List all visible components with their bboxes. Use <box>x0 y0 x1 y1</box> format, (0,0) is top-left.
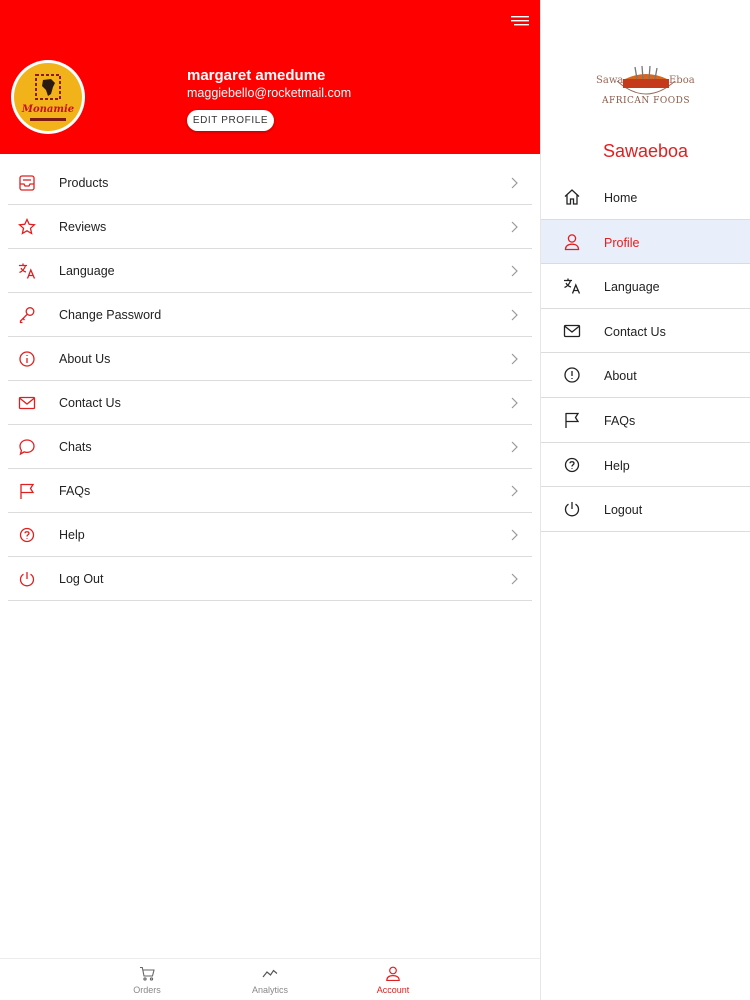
chevron-right-icon <box>511 309 518 321</box>
chevron-right-icon <box>511 485 518 497</box>
menu-item-label: Change Password <box>59 308 162 322</box>
cart-icon <box>140 966 155 981</box>
menu-item-label: FAQs <box>59 484 91 498</box>
profile-name: margaret amedume <box>187 67 326 84</box>
chevron-right-icon <box>511 441 518 453</box>
africa-map-icon <box>35 74 61 100</box>
drawer-item-label: Help <box>604 458 630 473</box>
hamburger-menu-icon[interactable] <box>510 13 530 29</box>
drawer-item-label: FAQs <box>604 413 636 428</box>
chevron-right-icon <box>511 353 518 365</box>
chevron-right-icon <box>511 221 518 233</box>
tab-analytics[interactable]: Analytics <box>210 959 330 1000</box>
tab-label: Orders <box>133 985 161 995</box>
menu-item-log-out[interactable]: Log Out <box>8 557 532 601</box>
profile-email: maggiebello@rocketmail.com <box>187 86 352 100</box>
drawer-item-logout[interactable]: Logout <box>541 487 750 532</box>
menu-item-reviews[interactable]: Reviews <box>8 205 532 249</box>
drawer-item-help[interactable]: Help <box>541 443 750 488</box>
chat-icon <box>19 439 35 456</box>
menu-item-label: About Us <box>59 352 111 366</box>
help-icon <box>564 457 580 472</box>
person-icon <box>386 966 400 981</box>
drawer-item-label: Language <box>604 280 660 295</box>
menu-item-change-password[interactable]: Change Password <box>8 293 532 337</box>
avatar-logo: Monamie <box>14 63 82 131</box>
tab-account[interactable]: Account <box>333 959 453 1000</box>
drawer-item-home[interactable]: Home <box>541 175 750 220</box>
drawer-item-label: Contact Us <box>604 324 666 339</box>
menu-item-label: Language <box>59 264 115 278</box>
drawer-item-label: Home <box>604 191 638 205</box>
mail-icon <box>563 324 581 337</box>
menu-item-help[interactable]: Help <box>8 513 532 557</box>
menu-item-label: Reviews <box>59 220 107 234</box>
bottom-tab-bar: Orders Analytics Account <box>0 958 540 1000</box>
mail-icon <box>18 396 36 410</box>
power-icon <box>19 572 35 587</box>
menu-item-contact-us[interactable]: Contact Us <box>8 381 532 425</box>
logo-text-bottom: AFRICAN FOODS <box>601 96 690 106</box>
key-icon <box>19 307 35 324</box>
menu-item-label: Chats <box>59 440 92 454</box>
side-drawer: Sawa Eboa AFRICAN FOODS Sawaeboa Home Pr… <box>540 0 750 1000</box>
person-icon <box>564 233 580 250</box>
star-icon <box>18 218 36 235</box>
translate-icon <box>19 263 36 279</box>
logo-text-left: Sawa <box>596 75 623 86</box>
avatar-logo-bar <box>30 118 66 121</box>
drawer-item-profile[interactable]: Profile <box>541 219 750 265</box>
chevron-right-icon <box>511 177 518 189</box>
logo-text-right: Eboa <box>669 75 695 86</box>
drawer-item-about[interactable]: About <box>541 353 750 398</box>
drawer-item-label: Profile <box>604 235 640 250</box>
avatar-logo-text: Monamie <box>21 104 75 115</box>
chevron-right-icon <box>511 529 518 541</box>
info-icon <box>564 367 580 384</box>
drawer-item-label: Logout <box>604 503 643 518</box>
help-icon <box>19 527 35 543</box>
menu-item-label: Products <box>59 176 109 190</box>
drawer-menu-list: Home Profile Language Contact Us About F… <box>541 175 750 532</box>
tab-orders[interactable]: Orders <box>87 959 207 1000</box>
menu-item-language[interactable]: Language <box>8 249 532 293</box>
chevron-right-icon <box>511 573 518 585</box>
sawaeboa-logo: Sawa Eboa AFRICAN FOODS <box>596 65 695 106</box>
menu-item-label: Contact Us <box>59 396 121 410</box>
menu-item-faqs[interactable]: FAQs <box>8 469 532 513</box>
flag-icon <box>565 412 580 428</box>
drawer-item-label: About <box>604 369 637 384</box>
menu-item-label: Log Out <box>59 572 104 586</box>
drawer-item-language[interactable]: Language <box>541 264 750 309</box>
drawer-item-faqs[interactable]: FAQs <box>541 398 750 443</box>
menu-item-chats[interactable]: Chats <box>8 425 532 469</box>
home-icon <box>564 189 580 205</box>
profile-header: Monamie margaret amedume maggiebello@roc… <box>0 0 540 154</box>
menu-item-products[interactable]: Products <box>8 161 532 205</box>
info-icon <box>19 351 35 367</box>
chevron-right-icon <box>511 265 518 277</box>
inbox-icon <box>19 175 35 191</box>
tab-label: Account <box>376 985 410 995</box>
drawer-brand-title: Sawaeboa <box>602 141 689 161</box>
menu-item-about-us[interactable]: About Us <box>8 337 532 381</box>
edit-profile-button[interactable]: EDIT PROFILE <box>187 110 274 131</box>
power-icon <box>564 502 580 517</box>
avatar[interactable]: Monamie <box>11 60 85 134</box>
main-pane: Monamie margaret amedume maggiebello@roc… <box>0 0 540 1000</box>
menu-item-label: Help <box>59 528 85 542</box>
account-menu-list: Products Reviews Language Change Passwor… <box>8 161 532 601</box>
chevron-right-icon <box>511 397 518 409</box>
drawer-item-contact-us[interactable]: Contact Us <box>541 309 750 354</box>
flag-icon <box>20 483 35 499</box>
analytics-icon <box>262 969 278 978</box>
tab-label: Analytics <box>251 985 288 995</box>
translate-icon <box>564 278 581 294</box>
